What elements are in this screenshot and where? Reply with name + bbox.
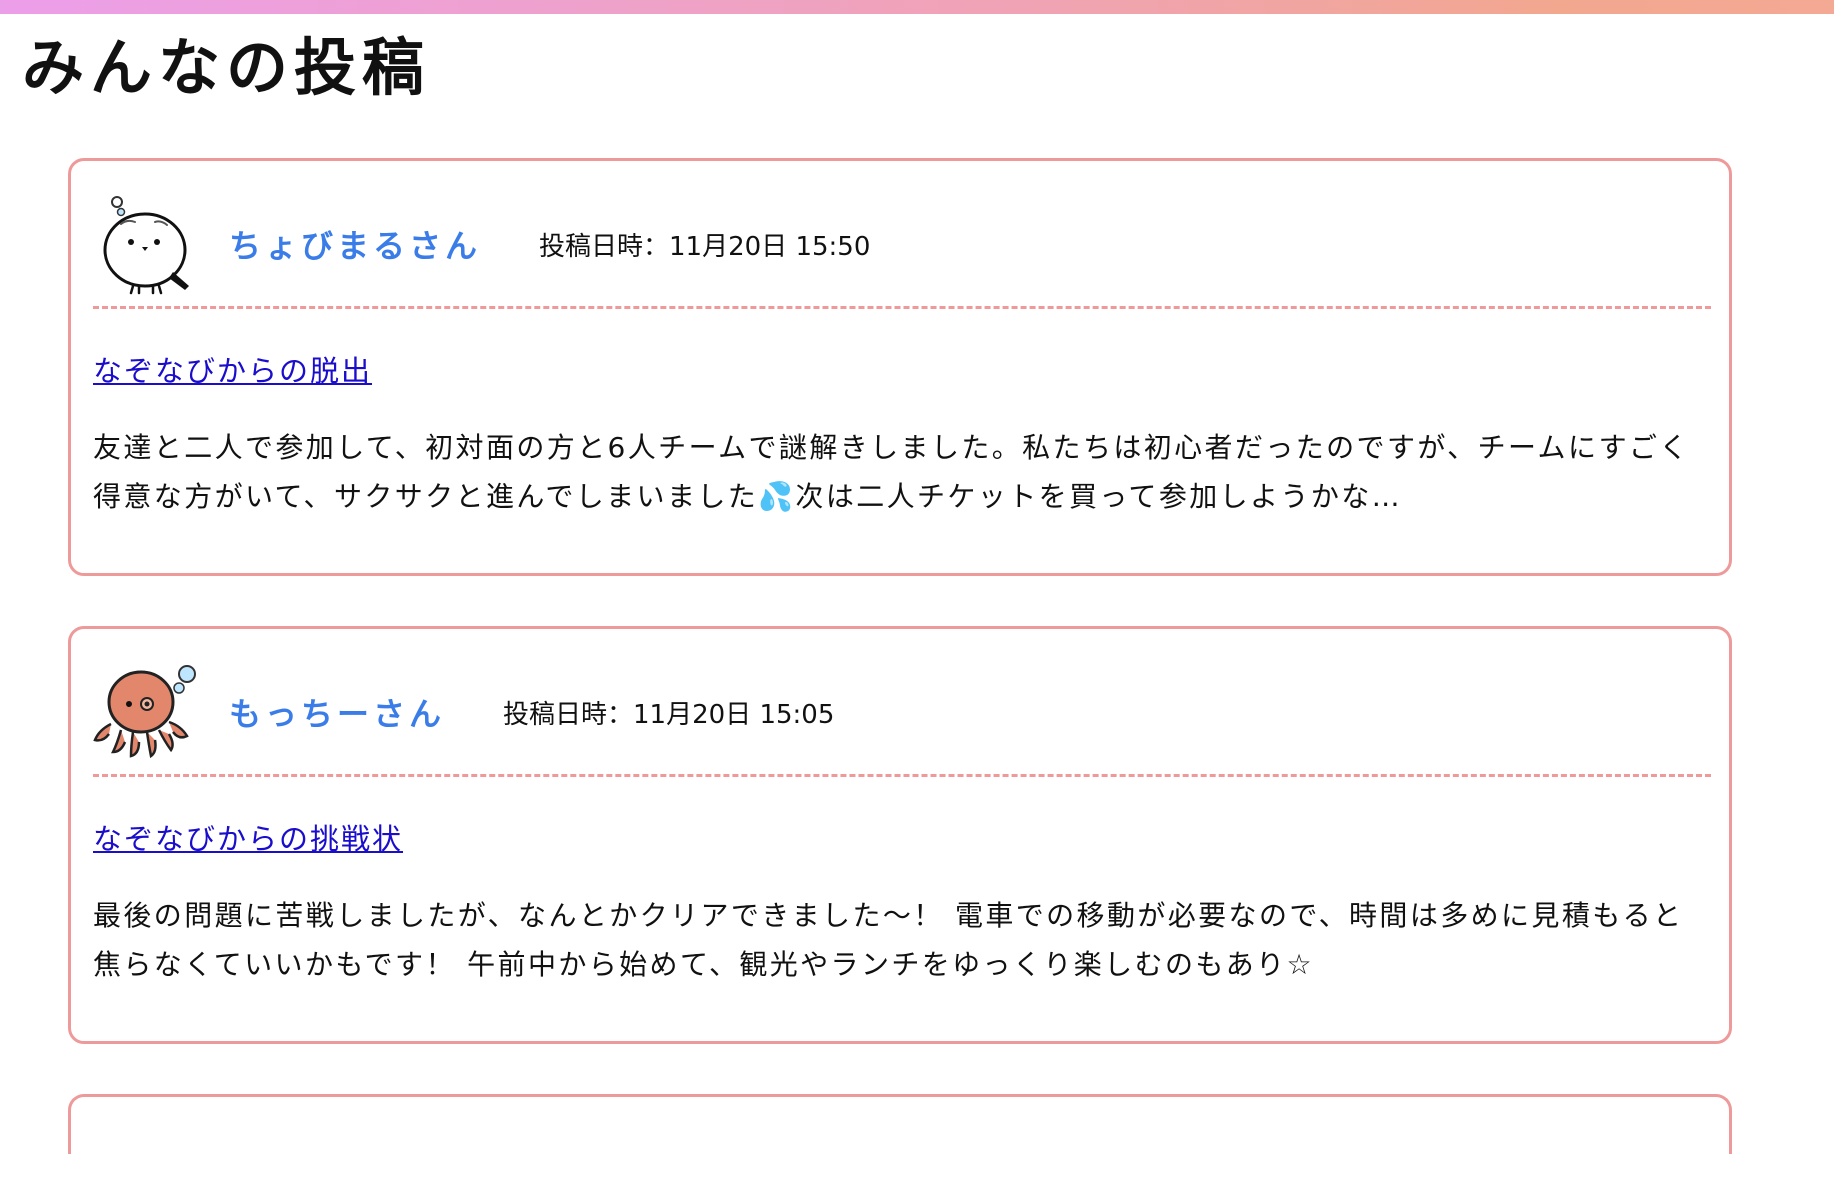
author-name[interactable]: もっちーさん <box>229 689 445 735</box>
post-date: 投稿日時：11月20日 15:05 <box>503 699 835 730</box>
post-body: 最後の問題に苦戦しましたが、なんとかクリアできました〜！ 電車での移動が必要なの… <box>93 899 1684 981</box>
octopus-icon <box>93 665 196 759</box>
author-name[interactable]: ちょびまるさん <box>229 221 481 267</box>
top-gradient-bar <box>0 0 1834 14</box>
page-title: みんなの投稿 <box>22 31 431 104</box>
post-card: もっちーさん 投稿日時：11月20日 15:05 なぞなびからの挑戦状 最後の問… <box>68 626 1732 1044</box>
post-event-link[interactable]: なぞなびからの脱出 <box>93 348 372 390</box>
post-card <box>68 1094 1732 1154</box>
post-card: ちょびまるさん 投稿日時：11月20日 15:50 なぞなびからの脱出 友達と二… <box>68 158 1732 576</box>
post-date: 投稿日時：11月20日 15:50 <box>539 231 871 262</box>
post-body: 友達と二人で参加して、初対面の方と6人チームで謎解きしました。私たちは初心者だっ… <box>93 431 1690 513</box>
dashed-divider <box>93 774 1711 777</box>
dashed-divider <box>93 306 1711 309</box>
post-header: ちょびまるさん 投稿日時：11月20日 15:50 <box>93 189 1709 299</box>
long-tailed-tit-bird-icon <box>103 196 189 295</box>
post-event-link[interactable]: なぞなびからの挑戦状 <box>93 816 403 858</box>
post-header: もっちーさん 投稿日時：11月20日 15:05 <box>93 657 1709 767</box>
post-list: ちょびまるさん 投稿日時：11月20日 15:50 なぞなびからの脱出 友達と二… <box>68 158 1732 1204</box>
